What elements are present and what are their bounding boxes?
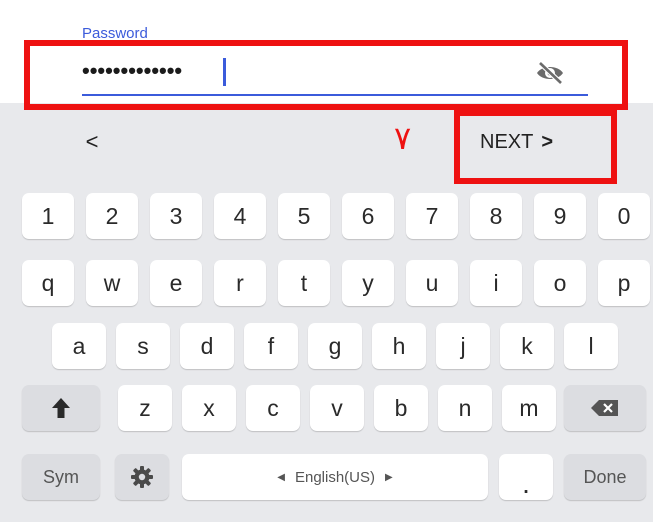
key-v[interactable]: v — [310, 385, 364, 431]
key-d[interactable]: d — [180, 323, 234, 369]
password-label: Password — [82, 25, 148, 42]
password-input[interactable]: ••••••••••••• — [82, 50, 588, 96]
language-right-arrow-icon: ▶ — [385, 471, 393, 483]
key-8[interactable]: 8 — [470, 193, 522, 239]
key-x[interactable]: x — [182, 385, 236, 431]
key-q[interactable]: q — [22, 260, 74, 306]
key-h[interactable]: h — [372, 323, 426, 369]
backspace-key[interactable] — [564, 385, 646, 431]
eye-slash-icon[interactable] — [534, 61, 566, 85]
screen: Password ••••••••••••• < NEXT > 12 3 4 5… — [0, 0, 653, 522]
shift-key[interactable] — [22, 385, 100, 431]
language-label: English(US) — [294, 468, 376, 486]
language-left-arrow-icon: ◀ — [277, 471, 285, 483]
text-cursor — [223, 58, 226, 86]
key-2[interactable]: 2 — [86, 193, 138, 239]
key-t[interactable]: t — [278, 260, 330, 306]
key-j[interactable]: j — [436, 323, 490, 369]
key-u[interactable]: u — [406, 260, 458, 306]
space-bar[interactable]: ◀ English(US) ▶ — [182, 454, 488, 500]
key-9[interactable]: 9 — [534, 193, 586, 239]
period-key-label: . — [522, 468, 530, 499]
key-r[interactable]: r — [214, 260, 266, 306]
key-m[interactable]: m — [502, 385, 556, 431]
key-7[interactable]: 7 — [406, 193, 458, 239]
period-key[interactable]: . — [499, 454, 553, 500]
key-o[interactable]: o — [534, 260, 586, 306]
key-b[interactable]: b — [374, 385, 428, 431]
step-number-marker: ٧ — [394, 119, 412, 157]
key-k[interactable]: k — [500, 323, 554, 369]
key-g[interactable]: g — [308, 323, 362, 369]
settings-key[interactable] — [115, 454, 169, 500]
key-0[interactable]: 0 — [598, 193, 650, 239]
key-f[interactable]: f — [244, 323, 298, 369]
key-i[interactable]: i — [470, 260, 522, 306]
sym-key[interactable]: Sym — [22, 454, 100, 500]
input-underline — [82, 94, 588, 96]
key-n[interactable]: n — [438, 385, 492, 431]
previous-field-button[interactable]: < — [80, 127, 104, 157]
done-key[interactable]: Done — [564, 454, 646, 500]
key-a[interactable]: a — [52, 323, 106, 369]
password-masked-value: ••••••••••••• — [82, 58, 183, 83]
chevron-right-icon: > — [541, 131, 554, 153]
key-4[interactable]: 4 — [214, 193, 266, 239]
key-y[interactable]: y — [342, 260, 394, 306]
key-c[interactable]: c — [246, 385, 300, 431]
key-6[interactable]: 6 — [342, 193, 394, 239]
keyboard-nav-row: < NEXT > — [0, 103, 653, 183]
key-l[interactable]: l — [564, 323, 618, 369]
key-1[interactable]: 1 — [22, 193, 74, 239]
key-3[interactable]: 3 — [150, 193, 202, 239]
next-button-label: NEXT — [480, 131, 534, 153]
key-e[interactable]: e — [150, 260, 202, 306]
key-5[interactable]: 5 — [278, 193, 330, 239]
backspace-icon — [591, 400, 618, 416]
key-w[interactable]: w — [86, 260, 138, 306]
gear-icon — [131, 466, 153, 488]
keyboard: < NEXT > 1234567890 qwertyuiop asdfghjkl … — [0, 103, 653, 522]
next-button[interactable]: NEXT > — [480, 125, 600, 159]
password-section: Password ••••••••••••• — [0, 0, 653, 103]
key-p[interactable]: p — [598, 260, 650, 306]
key-s[interactable]: s — [116, 323, 170, 369]
key-z[interactable]: z — [118, 385, 172, 431]
shift-arrow-icon — [52, 398, 70, 418]
